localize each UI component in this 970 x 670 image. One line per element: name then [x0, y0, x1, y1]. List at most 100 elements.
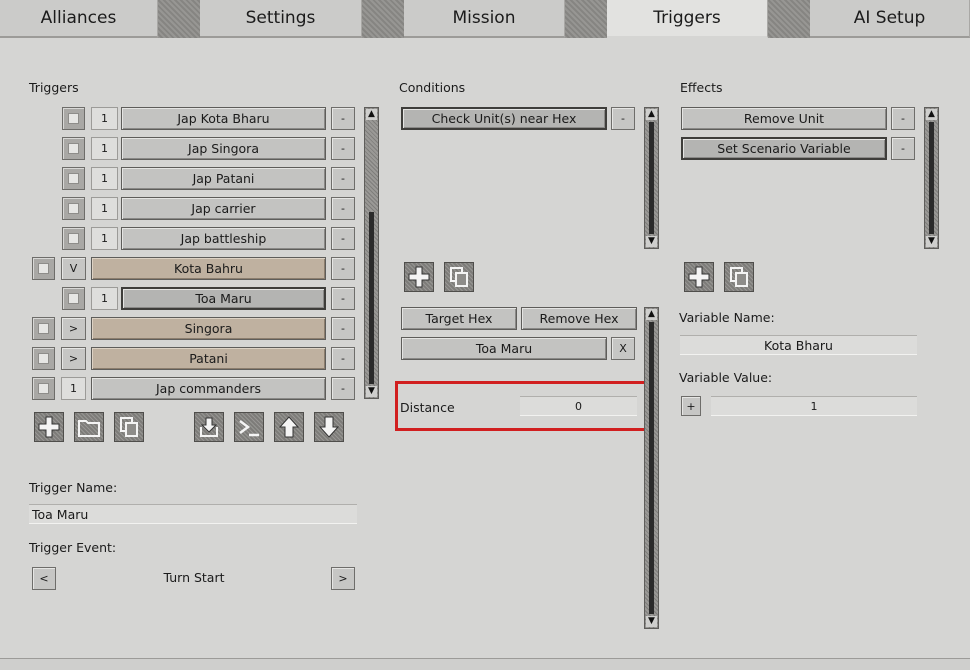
effect-item[interactable]: Remove Unit — [681, 107, 887, 130]
trigger-event-next-button[interactable]: > — [331, 567, 355, 590]
effect-remove-button[interactable]: - — [891, 107, 915, 130]
folder-icon — [78, 420, 100, 437]
trigger-remove-button[interactable]: - — [331, 287, 355, 310]
triggers-heading: Triggers — [29, 80, 79, 95]
copy-icon — [450, 267, 468, 287]
scroll-thumb[interactable] — [649, 122, 654, 234]
trigger-checkbox[interactable] — [62, 227, 85, 250]
trigger-checkbox[interactable] — [62, 107, 85, 130]
tab-settings[interactable]: Settings — [200, 0, 362, 38]
trigger-name-input[interactable]: Toa Maru — [29, 504, 357, 524]
trigger-group-item[interactable]: Kota Bahru — [91, 257, 326, 280]
trigger-item[interactable]: Jap Patani — [121, 167, 326, 190]
scroll-down-arrow-icon[interactable]: ▼ — [926, 236, 937, 247]
trigger-event-prev-button[interactable]: < — [32, 567, 56, 590]
move-up-button[interactable] — [274, 412, 304, 442]
trigger-item[interactable]: Jap battleship — [121, 227, 326, 250]
tab-bar: Alliances Settings Mission Triggers AI S… — [0, 0, 970, 38]
group-expand-toggle[interactable]: > — [61, 317, 86, 340]
trigger-remove-button[interactable]: - — [331, 377, 355, 400]
trigger-checkbox[interactable] — [62, 167, 85, 190]
scroll-up-arrow-icon[interactable]: ▲ — [646, 109, 657, 120]
trigger-remove-button[interactable]: - — [331, 107, 355, 130]
effect-remove-button[interactable]: - — [891, 137, 915, 160]
conditions-heading: Conditions — [399, 80, 466, 95]
trigger-remove-button[interactable]: - — [331, 227, 355, 250]
bottom-edge — [0, 658, 970, 670]
variable-name-input[interactable]: Kota Bharu — [680, 335, 917, 355]
condition-unit-clear-button[interactable]: X — [611, 337, 635, 360]
trigger-item[interactable]: Jap commanders — [91, 377, 326, 400]
scroll-up-arrow-icon[interactable]: ▲ — [646, 309, 657, 320]
add-icon — [408, 266, 430, 288]
trigger-remove-button[interactable]: - — [331, 257, 355, 280]
tab-separator — [768, 0, 810, 38]
copy-effect-button[interactable] — [724, 262, 754, 292]
trigger-remove-button[interactable]: - — [331, 317, 355, 340]
scroll-thumb[interactable] — [929, 122, 934, 234]
condition-unit-button[interactable]: Toa Maru — [401, 337, 607, 360]
arrow-up-icon — [278, 416, 300, 438]
add-condition-button[interactable] — [404, 262, 434, 292]
variable-name-label: Variable Name: — [679, 310, 775, 325]
conditions-scrollbar[interactable]: ▲ ▼ — [644, 107, 659, 249]
move-down-button[interactable] — [314, 412, 344, 442]
trigger-remove-button[interactable]: - — [331, 167, 355, 190]
import-button[interactable] — [194, 412, 224, 442]
copy-icon — [730, 267, 748, 287]
scroll-down-arrow-icon[interactable]: ▼ — [646, 616, 657, 627]
tab-triggers[interactable]: Triggers — [607, 0, 768, 38]
tab-ai-setup[interactable]: AI Setup — [810, 0, 970, 38]
add-trigger-button[interactable] — [34, 412, 64, 442]
remove-hex-button[interactable]: Remove Hex — [521, 307, 637, 330]
open-folder-button[interactable] — [74, 412, 104, 442]
condition-remove-button[interactable]: - — [611, 107, 635, 130]
console-button[interactable] — [234, 412, 264, 442]
triggers-scrollbar[interactable]: ▲ ▼ — [364, 107, 379, 399]
trigger-item-selected[interactable]: Toa Maru — [121, 287, 326, 310]
trigger-group-item[interactable]: Singora — [91, 317, 326, 340]
scroll-up-arrow-icon[interactable]: ▲ — [926, 109, 937, 120]
effects-heading: Effects — [680, 80, 723, 95]
trigger-item[interactable]: Jap carrier — [121, 197, 326, 220]
scroll-down-arrow-icon[interactable]: ▼ — [366, 386, 377, 397]
scroll-down-arrow-icon[interactable]: ▼ — [646, 236, 657, 247]
condition-params-scrollbar[interactable]: ▲ ▼ — [644, 307, 659, 629]
tab-mission[interactable]: Mission — [404, 0, 565, 38]
trigger-count: 1 — [61, 377, 86, 400]
trigger-remove-button[interactable]: - — [331, 137, 355, 160]
trigger-checkbox[interactable] — [62, 137, 85, 160]
add-effect-button[interactable] — [684, 262, 714, 292]
import-icon — [200, 417, 218, 437]
trigger-checkbox[interactable] — [62, 197, 85, 220]
variable-value-operator-button[interactable]: + — [681, 396, 701, 416]
console-icon — [239, 420, 259, 437]
trigger-checkbox[interactable] — [32, 317, 55, 340]
copy-condition-button[interactable] — [444, 262, 474, 292]
trigger-count: 1 — [91, 287, 118, 310]
tab-separator — [158, 0, 200, 38]
trigger-group-item[interactable]: Patani — [91, 347, 326, 370]
trigger-remove-button[interactable]: - — [331, 197, 355, 220]
arrow-down-icon — [318, 416, 340, 438]
trigger-item[interactable]: Jap Kota Bharu — [121, 107, 326, 130]
trigger-checkbox[interactable] — [32, 257, 55, 280]
group-expand-toggle[interactable]: > — [61, 347, 86, 370]
scroll-up-arrow-icon[interactable]: ▲ — [366, 109, 377, 120]
trigger-checkbox[interactable] — [62, 287, 85, 310]
target-hex-button[interactable]: Target Hex — [401, 307, 517, 330]
copy-trigger-button[interactable] — [114, 412, 144, 442]
scroll-thumb[interactable] — [649, 322, 654, 614]
effects-scrollbar[interactable]: ▲ ▼ — [924, 107, 939, 249]
trigger-event-value: Turn Start — [163, 570, 225, 585]
condition-item-selected[interactable]: Check Unit(s) near Hex — [401, 107, 607, 130]
effect-item-selected[interactable]: Set Scenario Variable — [681, 137, 887, 160]
tab-alliances[interactable]: Alliances — [0, 0, 158, 38]
group-expand-toggle[interactable]: V — [61, 257, 86, 280]
variable-value-input[interactable]: 1 — [711, 396, 917, 416]
trigger-item[interactable]: Jap Singora — [121, 137, 326, 160]
trigger-checkbox[interactable] — [32, 377, 55, 400]
scroll-thumb[interactable] — [369, 212, 374, 384]
trigger-checkbox[interactable] — [32, 347, 55, 370]
trigger-remove-button[interactable]: - — [331, 347, 355, 370]
